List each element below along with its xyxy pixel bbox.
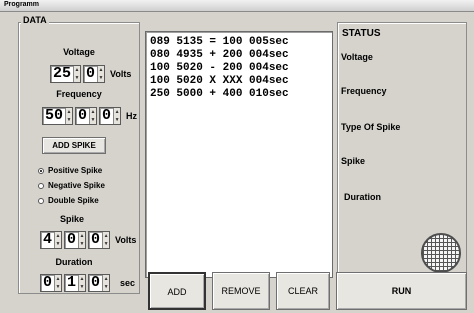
down-arrow-icon[interactable]: ▼ [114, 116, 120, 124]
status-frequency-label: Frequency [341, 86, 387, 96]
down-arrow-icon[interactable]: ▼ [66, 116, 72, 124]
add-spike-button[interactable]: ADD SPIKE [42, 137, 106, 154]
radio-button-icon [38, 167, 44, 174]
up-arrow-icon[interactable]: ▲ [74, 66, 80, 74]
list-item[interactable]: 100 5020 X XXX 004sec [150, 75, 328, 88]
down-arrow-icon[interactable]: ▼ [55, 240, 61, 248]
frequency-stepper: 50 ▲ ▼ 0 ▲ ▼ 0 ▲ ▼ Hz [42, 107, 137, 125]
radio-button-icon [38, 197, 44, 204]
duration-label: Duration [55, 257, 93, 267]
frequency-unit: Hz [126, 111, 138, 121]
frequency-digit-3[interactable]: 0 ▲ ▼ [99, 107, 122, 125]
spike-unit: Volts [115, 235, 137, 245]
down-arrow-icon[interactable]: ▼ [103, 283, 109, 291]
duration-stepper: 0 ▲ ▼ 1 ▲ ▼ 0 ▲ ▼ sec [40, 274, 135, 292]
radio-double-spike[interactable]: Double Spike [38, 196, 99, 205]
duration-digit-1[interactable]: 0 ▲ ▼ [40, 274, 63, 292]
status-spike-type-label: Type Of Spike [341, 122, 401, 132]
list-item[interactable]: 089 5135 = 100 005sec [150, 36, 328, 49]
spike-stepper: 4 ▲ ▼ 0 ▲ ▼ 0 ▲ ▼ Volts [40, 231, 136, 249]
spike-label: Spike [59, 214, 84, 224]
voltage-digit-tens[interactable]: 25 ▲ ▼ [50, 65, 82, 83]
up-arrow-icon[interactable]: ▲ [114, 108, 120, 116]
spike-digit-3[interactable]: 0 ▲ ▼ [88, 231, 111, 249]
up-arrow-icon[interactable]: ▲ [103, 275, 109, 283]
title-bar: Programm [0, 0, 474, 12]
clear-button[interactable]: CLEAR [276, 272, 330, 310]
status-voltage-label: Voltage [341, 52, 373, 62]
voltage-digit-units[interactable]: 0 ▲ ▼ [83, 65, 106, 83]
spike-digit-2[interactable]: 0 ▲ ▼ [64, 231, 87, 249]
frequency-digit-1[interactable]: 50 ▲ ▼ [42, 107, 74, 125]
up-arrow-icon[interactable]: ▲ [90, 108, 96, 116]
down-arrow-icon[interactable]: ▼ [55, 283, 61, 291]
frequency-label: Frequency [56, 89, 102, 99]
status-group-title: STATUS [340, 28, 383, 39]
frequency-digit-2[interactable]: 0 ▲ ▼ [75, 107, 98, 125]
data-groupbox [18, 22, 140, 294]
run-button[interactable]: RUN [336, 272, 467, 310]
radio-label: Positive Spike [48, 166, 103, 175]
radio-label: Negative Spike [48, 181, 105, 190]
down-arrow-icon[interactable]: ▼ [103, 240, 109, 248]
down-arrow-icon[interactable]: ▼ [98, 74, 104, 82]
add-button[interactable]: ADD [148, 272, 206, 310]
duration-digit-3[interactable]: 0 ▲ ▼ [88, 274, 111, 292]
program-listbox[interactable]: 089 5135 = 100 005sec 080 4935 + 200 004… [145, 31, 333, 278]
down-arrow-icon[interactable]: ▼ [79, 283, 85, 291]
duration-unit: sec [120, 278, 136, 288]
list-item[interactable]: 250 5000 + 400 010sec [150, 88, 328, 101]
down-arrow-icon[interactable]: ▼ [79, 240, 85, 248]
radio-negative-spike[interactable]: Negative Spike [38, 181, 105, 190]
data-group-title: DATA [21, 15, 49, 25]
status-spike-label: Spike [341, 156, 366, 166]
radio-label: Double Spike [48, 196, 99, 205]
list-item[interactable]: 100 5020 - 200 004sec [150, 62, 328, 75]
grid-ball-icon [421, 233, 461, 273]
up-arrow-icon[interactable]: ▲ [98, 66, 104, 74]
duration-digit-2[interactable]: 1 ▲ ▼ [64, 274, 87, 292]
up-arrow-icon[interactable]: ▲ [55, 275, 61, 283]
voltage-label: Voltage [63, 47, 95, 57]
window-title: Programm [4, 1, 40, 8]
radio-positive-spike[interactable]: Positive Spike [38, 166, 102, 175]
up-arrow-icon[interactable]: ▲ [79, 275, 85, 283]
up-arrow-icon[interactable]: ▲ [79, 232, 85, 240]
voltage-unit: Volts [110, 69, 132, 79]
down-arrow-icon[interactable]: ▼ [90, 116, 96, 124]
up-arrow-icon[interactable]: ▲ [103, 232, 109, 240]
up-arrow-icon[interactable]: ▲ [55, 232, 61, 240]
radio-button-icon [38, 182, 44, 189]
remove-button[interactable]: REMOVE [212, 272, 270, 310]
down-arrow-icon[interactable]: ▼ [74, 74, 80, 82]
up-arrow-icon[interactable]: ▲ [66, 108, 72, 116]
status-duration-label: Duration [344, 192, 381, 202]
list-item[interactable]: 080 4935 + 200 004sec [150, 49, 328, 62]
spike-digit-1[interactable]: 4 ▲ ▼ [40, 231, 63, 249]
voltage-stepper: 25 ▲ ▼ 0 ▲ ▼ Volts [50, 65, 131, 83]
main-window: DATA Voltage 25 ▲ ▼ 0 ▲ ▼ Volts Frequency 50… [0, 12, 474, 313]
